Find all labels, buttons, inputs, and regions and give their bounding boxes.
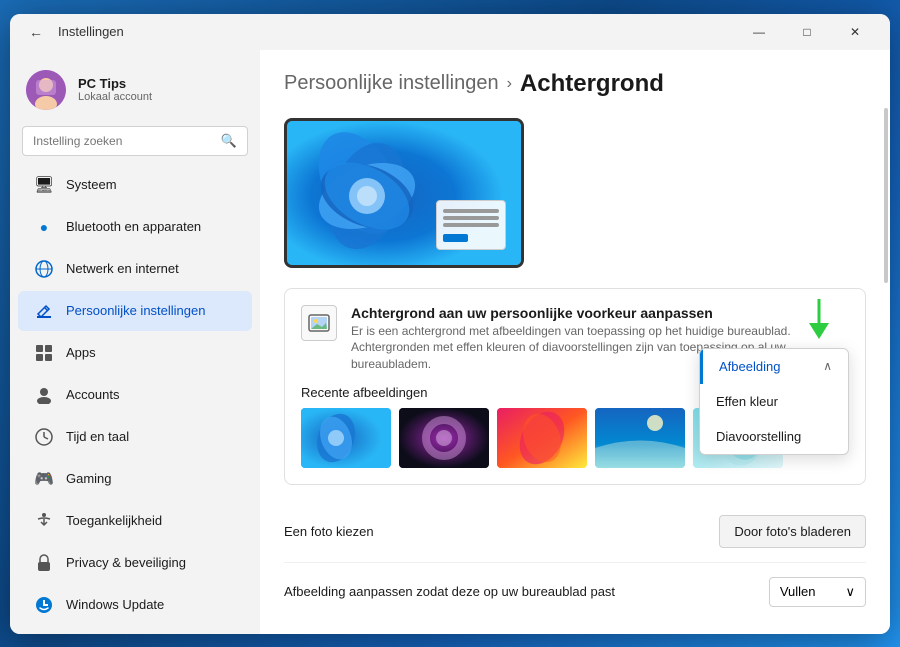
dropdown-box: Afbeelding ∧ Effen kleur Diavoorstelling	[699, 348, 849, 455]
gaming-icon: 🎮	[34, 469, 54, 489]
bluetooth-icon: ●	[34, 217, 54, 237]
green-arrow-icon	[805, 299, 833, 339]
sidebar-item-label: Accounts	[66, 387, 119, 402]
recent-thumb-1[interactable]	[301, 408, 391, 468]
sidebar-item-label: Toegankelijkheid	[66, 513, 162, 528]
netwerk-icon	[34, 259, 54, 279]
persoonlijk-icon	[34, 301, 54, 321]
toegankelijkheid-icon	[34, 511, 54, 531]
privacy-icon	[34, 553, 54, 573]
avatar-icon	[26, 70, 66, 110]
sidebar-item-persoonlijk[interactable]: Persoonlijke instellingen	[18, 291, 252, 331]
image-fit-dropdown[interactable]: Vullen ∨	[769, 577, 866, 607]
search-icon: 🔍	[221, 133, 237, 149]
image-fit-value: Vullen	[780, 584, 816, 599]
dropdown-collapse-icon[interactable]: ∧	[823, 359, 832, 373]
recent-thumb-4[interactable]	[595, 408, 685, 468]
profile-name: PC Tips	[78, 76, 244, 91]
dropdown-item-diavoorstelling[interactable]: Diavoorstelling	[700, 419, 848, 454]
titlebar: ← Instellingen — □ ✕	[10, 14, 890, 50]
sidebar-item-label: Bluetooth en apparaten	[66, 219, 201, 234]
windows-update-icon	[34, 595, 54, 615]
search-input[interactable]	[33, 134, 215, 148]
bg-section-header: Achtergrond aan uw persoonlijke voorkeur…	[301, 305, 849, 373]
apps-icon	[34, 343, 54, 363]
dropdown-area: Afbeelding ∧ Effen kleur Diavoorstelling	[699, 299, 849, 455]
profile-info: PC Tips Lokaal account	[78, 76, 244, 103]
sidebar-item-label: Systeem	[66, 177, 117, 192]
bg-section: Achtergrond aan uw persoonlijke voorkeur…	[284, 288, 866, 485]
sidebar-item-privacy[interactable]: Privacy & beveiliging	[18, 543, 252, 583]
sidebar-item-bluetooth[interactable]: ● Bluetooth en apparaten	[18, 207, 252, 247]
main-content: Persoonlijke instellingen › Achtergrond	[260, 50, 890, 634]
chevron-down-icon: ∨	[845, 584, 855, 600]
sidebar-item-label: Windows Update	[66, 597, 164, 612]
window-controls: — □ ✕	[736, 14, 878, 50]
browse-photos-button[interactable]: Door foto's bladeren	[719, 515, 866, 548]
sidebar-item-accounts[interactable]: Accounts	[18, 375, 252, 415]
dropdown-option-label: Effen kleur	[716, 394, 778, 409]
choose-photo-label: Een foto kiezen	[284, 524, 374, 539]
green-arrow-indicator	[805, 299, 833, 344]
dropdown-option-label: Diavoorstelling	[716, 429, 801, 444]
sidebar-item-netwerk[interactable]: Netwerk en internet	[18, 249, 252, 289]
recent-thumb-2[interactable]	[399, 408, 489, 468]
sidebar-item-label: Persoonlijke instellingen	[66, 303, 205, 318]
dropdown-item-effen-kleur[interactable]: Effen kleur	[700, 384, 848, 419]
image-fit-row: Afbeelding aanpassen zodat deze op uw bu…	[284, 563, 866, 621]
dropdown-option-label: Afbeelding	[719, 359, 780, 374]
tijd-icon	[34, 427, 54, 447]
image-fit-label: Afbeelding aanpassen zodat deze op uw bu…	[284, 584, 615, 599]
minimize-button[interactable]: —	[736, 14, 782, 50]
sidebar: PC Tips Lokaal account 🔍 🖥 Systeem ● Blu…	[10, 50, 260, 634]
settings-window: ← Instellingen — □ ✕	[10, 14, 890, 634]
sidebar-item-label: Netwerk en internet	[66, 261, 179, 276]
back-button[interactable]: ←	[22, 18, 50, 46]
close-button[interactable]: ✕	[832, 14, 878, 50]
avatar	[26, 70, 66, 110]
search-box[interactable]: 🔍	[22, 126, 248, 156]
sidebar-item-systeem[interactable]: 🖥 Systeem	[18, 165, 252, 205]
preview-window-widget	[436, 200, 506, 250]
maximize-button[interactable]: □	[784, 14, 830, 50]
choose-photo-row: Een foto kiezen Door foto's bladeren	[284, 501, 866, 563]
breadcrumb-parent: Persoonlijke instellingen	[284, 72, 499, 95]
sidebar-item-label: Apps	[66, 345, 96, 360]
recent-thumb-3[interactable]	[497, 408, 587, 468]
content-area: PC Tips Lokaal account 🔍 🖥 Systeem ● Blu…	[10, 50, 890, 634]
sidebar-item-gaming[interactable]: 🎮 Gaming	[18, 459, 252, 499]
sidebar-item-toegankelijkheid[interactable]: Toegankelijkheid	[18, 501, 252, 541]
sidebar-item-label: Tijd en taal	[66, 429, 129, 444]
sidebar-item-windows-update[interactable]: Windows Update	[18, 585, 252, 625]
dropdown-item-afbeelding[interactable]: Afbeelding ∧	[700, 349, 848, 384]
sidebar-item-tijd[interactable]: Tijd en taal	[18, 417, 252, 457]
profile-section[interactable]: PC Tips Lokaal account	[10, 58, 260, 122]
page-header: Persoonlijke instellingen › Achtergrond	[284, 70, 866, 98]
breadcrumb-current: Achtergrond	[520, 70, 664, 98]
wallpaper-preview	[284, 118, 524, 268]
window-title: Instellingen	[58, 24, 736, 39]
systeem-icon: 🖥	[34, 175, 54, 195]
profile-subtitle: Lokaal account	[78, 91, 244, 103]
scrollbar[interactable]	[884, 108, 888, 283]
accounts-icon	[34, 385, 54, 405]
sidebar-item-apps[interactable]: Apps	[18, 333, 252, 373]
sidebar-item-label: Gaming	[66, 471, 112, 486]
sidebar-item-label: Privacy & beveiliging	[66, 555, 186, 570]
breadcrumb-chevron: ›	[507, 75, 512, 93]
bg-section-icon	[301, 305, 337, 341]
